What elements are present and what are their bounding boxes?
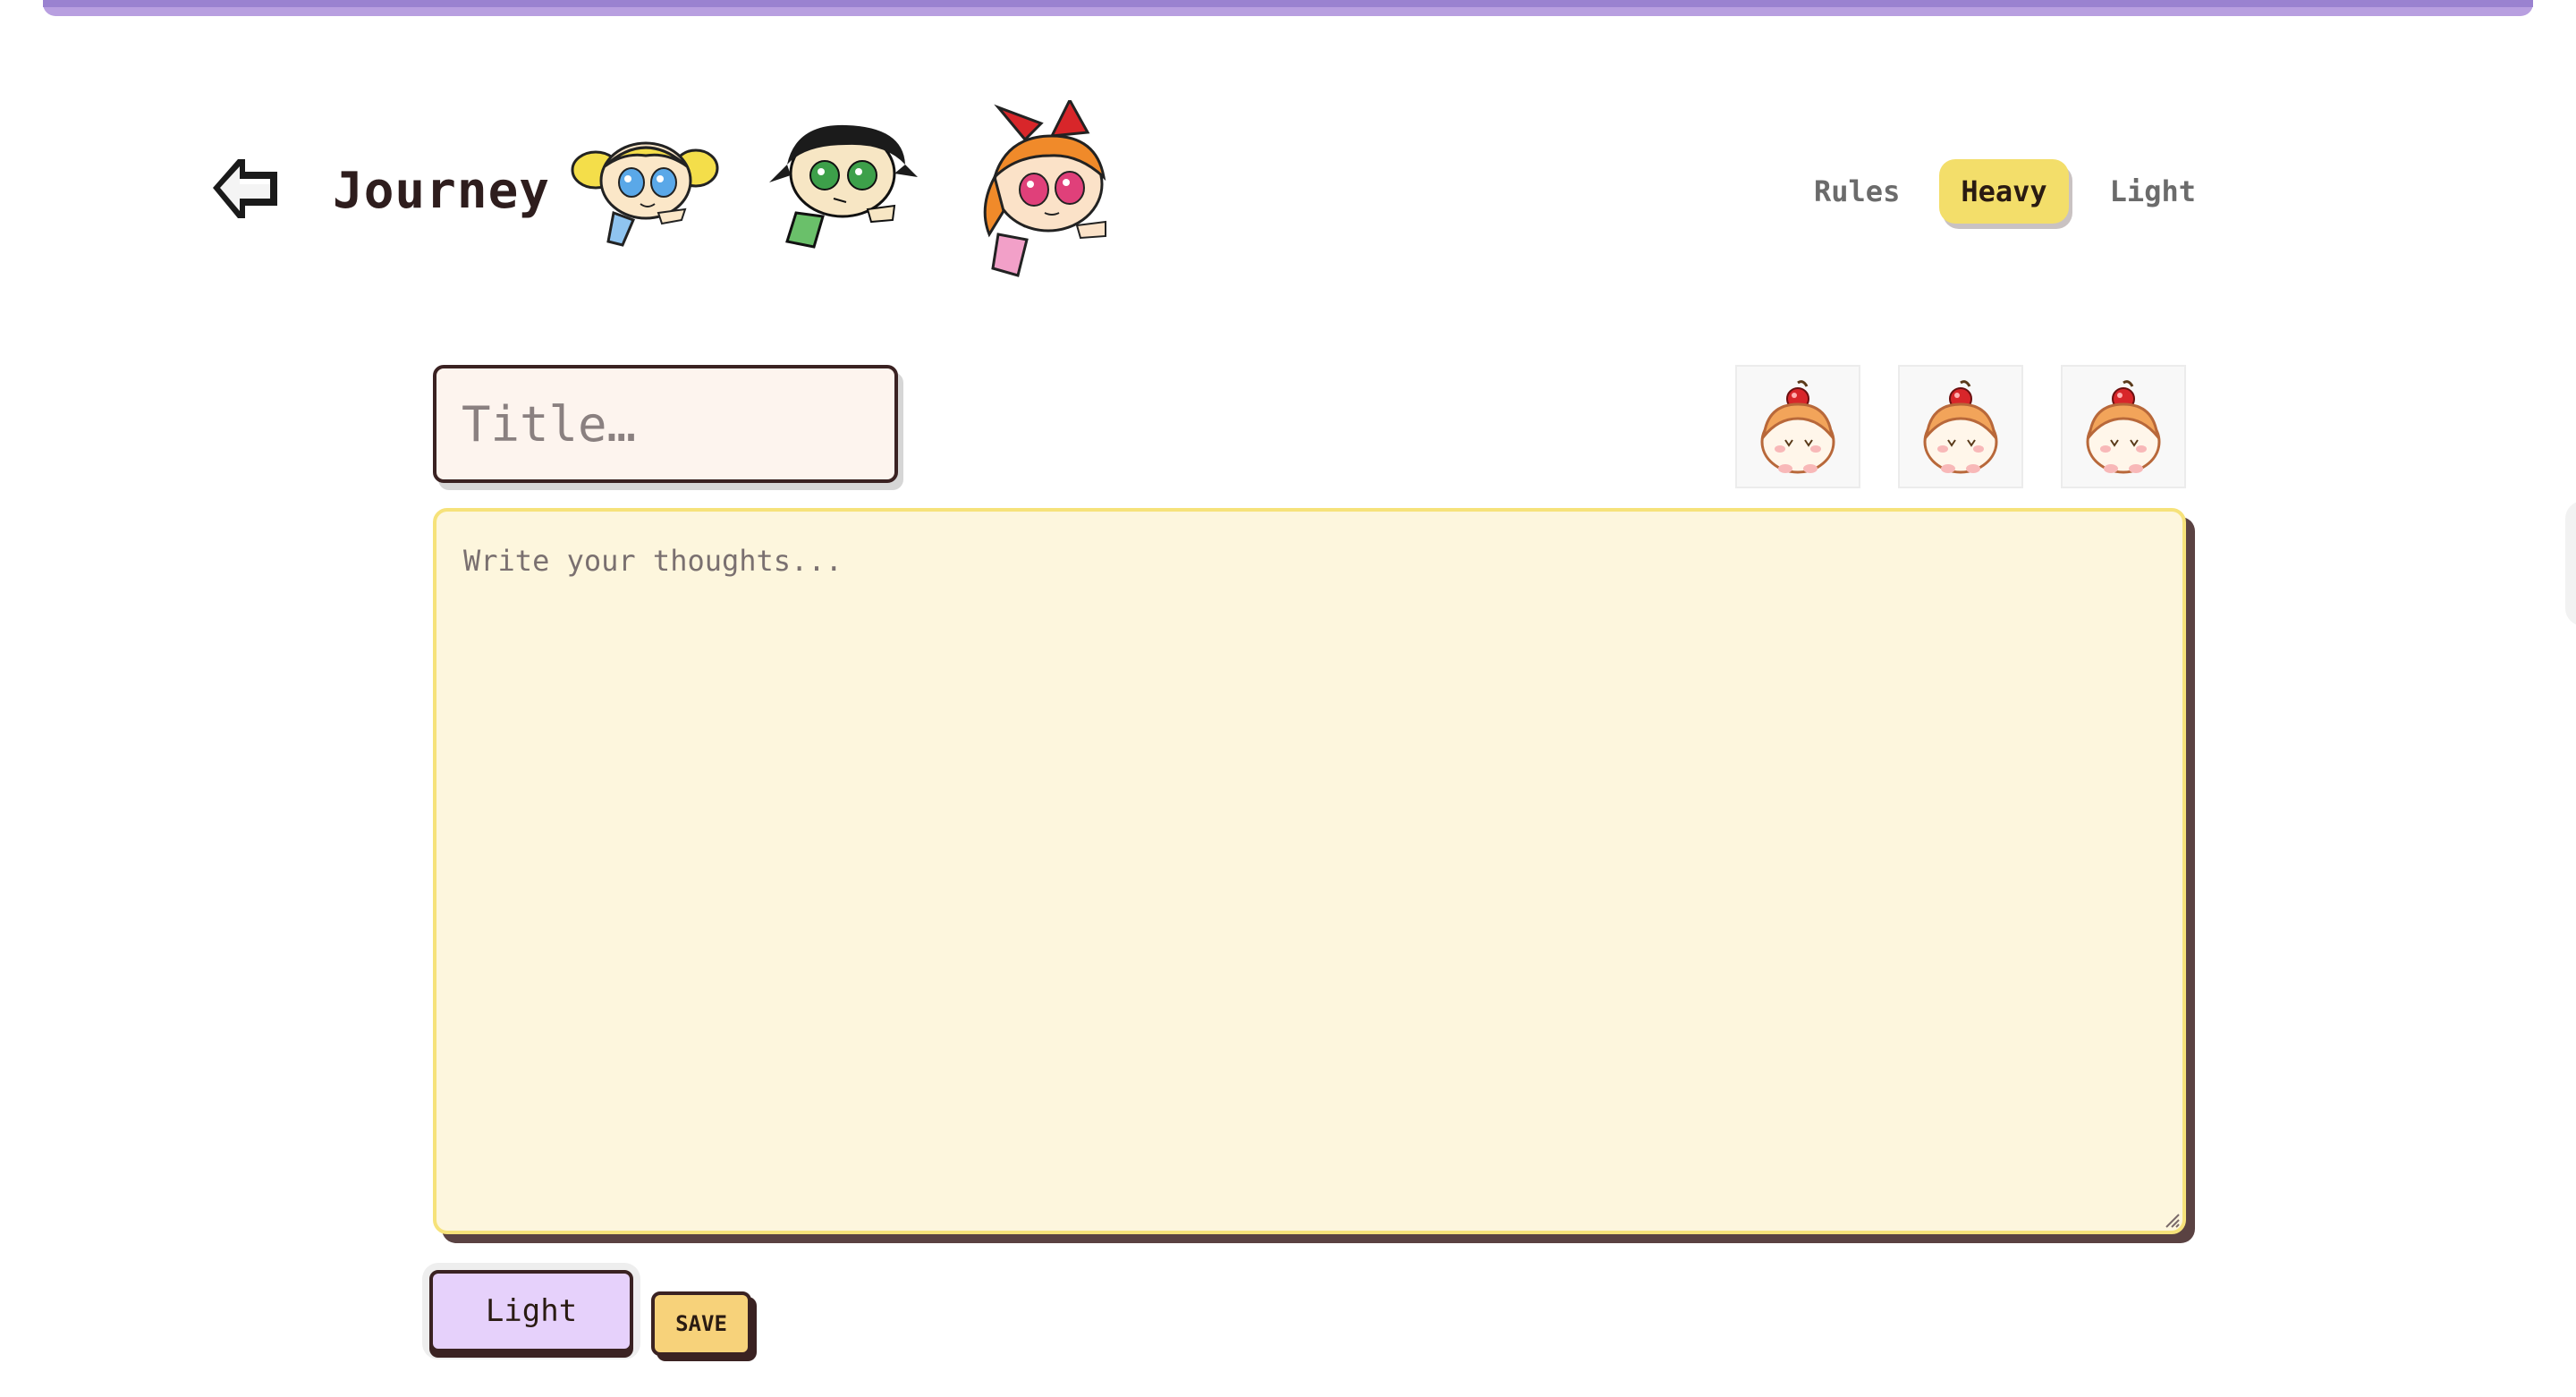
tab-heavy[interactable]: Heavy [1939, 159, 2069, 224]
page-title: Journey [333, 162, 551, 220]
tab-rules[interactable]: Rules [1792, 159, 1921, 224]
blossom-icon [983, 100, 1106, 277]
left-arrow-icon[interactable] [208, 154, 284, 224]
tab-light[interactable]: Light [2089, 159, 2217, 224]
side-panel-edge[interactable] [2565, 501, 2576, 626]
bubbles-icon [571, 141, 719, 247]
resize-grip-icon[interactable] [2163, 1211, 2181, 1229]
journey-page: Journey Rules Heavy Light Title… Write y… [0, 0, 2576, 1397]
save-button[interactable]: SAVE [651, 1291, 751, 1356]
buttercup-icon [769, 124, 918, 249]
top-accent-bar [43, 0, 2533, 16]
hamster-cherry-icon [2086, 380, 2161, 474]
hamster-cherry-icon [1923, 380, 1998, 474]
title-input[interactable] [433, 365, 898, 483]
hamster-cherry-icon [1760, 380, 1835, 474]
hamster-sticker-1[interactable] [1735, 365, 1860, 488]
hamster-sticker-3[interactable] [2061, 365, 2186, 488]
thoughts-textarea[interactable] [433, 508, 2186, 1234]
light-mode-button[interactable]: Light [429, 1270, 633, 1352]
mode-nav: Rules Heavy Light [1792, 159, 2217, 224]
hamster-sticker-2[interactable] [1898, 365, 2023, 488]
